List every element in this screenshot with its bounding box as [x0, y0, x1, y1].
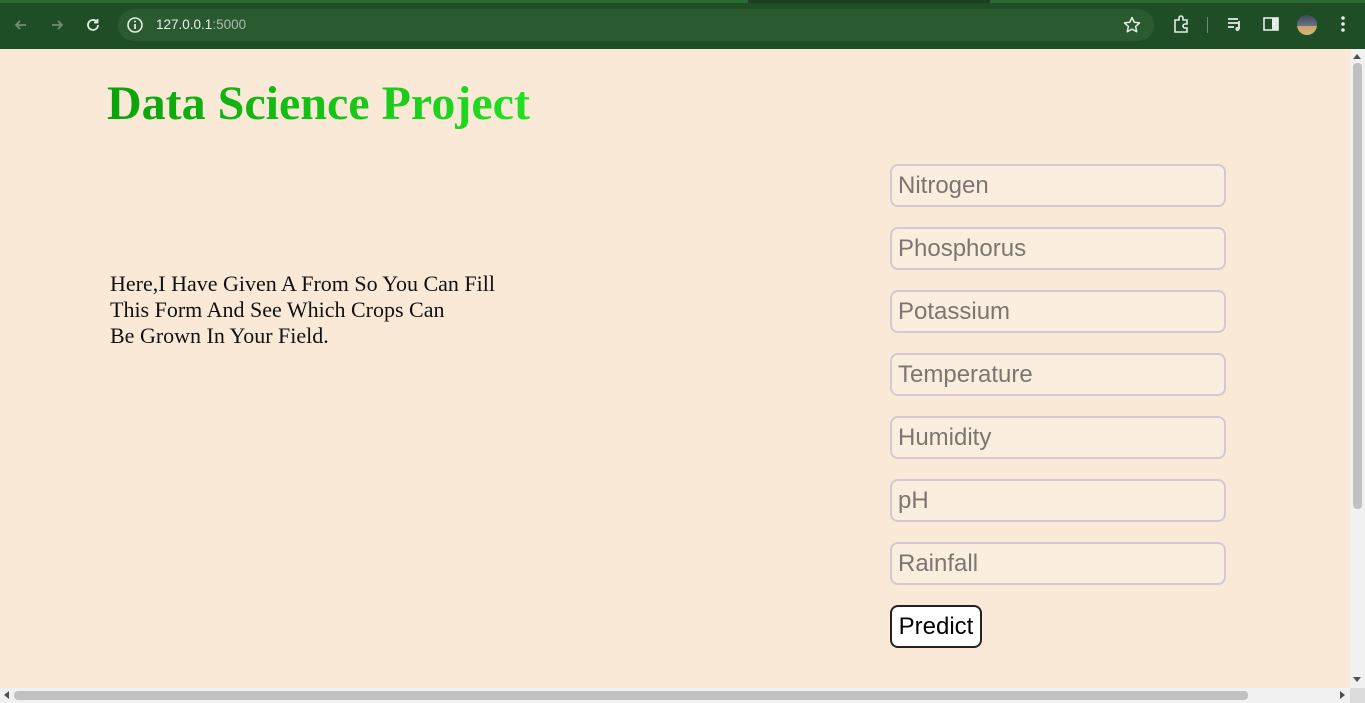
scroll-down-arrow-icon[interactable] [1353, 677, 1361, 682]
vertical-scroll-thumb[interactable] [1353, 63, 1362, 509]
intro-text: Here,I Have Given A From So You Can Fill… [110, 271, 540, 349]
page-title-text: Data Science Project [107, 77, 530, 130]
more-menu-icon[interactable] [1332, 13, 1354, 35]
profile-avatar[interactable] [1297, 15, 1317, 35]
intro-line: Be Grown In Your Field. [110, 323, 329, 348]
media-controls-icon[interactable] [1224, 13, 1246, 35]
scrollbar-corner [1350, 688, 1365, 703]
url-text: 127.0.0.1:5000 [156, 17, 246, 32]
extensions-icon[interactable] [1170, 13, 1192, 35]
vertical-scrollbar[interactable] [1350, 49, 1365, 688]
side-panel-icon[interactable] [1260, 13, 1282, 35]
tab-strip-edge [0, 0, 1365, 3]
horizontal-scroll-thumb[interactable] [14, 691, 1248, 700]
temperature-input[interactable] [890, 353, 1226, 396]
ph-input[interactable] [890, 479, 1226, 522]
potassium-input[interactable] [890, 290, 1226, 333]
url-port: :5000 [212, 17, 247, 32]
forward-arrow-icon[interactable] [45, 13, 69, 37]
bookmark-star-icon[interactable] [1122, 15, 1142, 35]
rainfall-input[interactable] [890, 542, 1226, 585]
browser-toolbar: 127.0.0.1:5000 [0, 0, 1365, 49]
toolbar-divider [1207, 17, 1208, 33]
scroll-up-arrow-icon[interactable] [1353, 54, 1361, 59]
reload-icon[interactable] [81, 13, 105, 37]
nitrogen-input[interactable] [890, 164, 1226, 207]
horizontal-scrollbar[interactable] [0, 688, 1350, 703]
url-host: 127.0.0.1 [156, 17, 213, 32]
predict-button[interactable]: Predict [890, 605, 982, 648]
phosphorus-input[interactable] [890, 227, 1226, 270]
address-bar[interactable]: 127.0.0.1:5000 [118, 9, 1154, 41]
intro-line: Here,I Have Given A From So You Can Fill [110, 271, 495, 296]
tab-strip-gap [748, 0, 990, 3]
page-title: Data Science Project [107, 76, 530, 132]
scroll-left-arrow-icon[interactable] [4, 691, 9, 699]
scroll-right-arrow-icon[interactable] [1340, 691, 1345, 699]
back-arrow-icon[interactable] [9, 13, 33, 37]
intro-line: This Form And See Which Crops Can [110, 297, 445, 322]
humidity-input[interactable] [890, 416, 1226, 459]
page-content: Data Science Project Here,I Have Given A… [0, 49, 1350, 688]
site-info-icon[interactable] [126, 16, 144, 34]
